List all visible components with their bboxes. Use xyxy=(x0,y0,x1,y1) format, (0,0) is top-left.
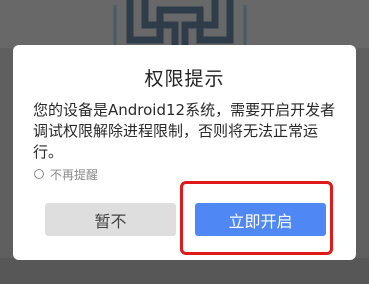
no-remind-option[interactable]: 不再提醒 xyxy=(34,165,98,183)
permission-dialog: 权限提示 您的设备是Android12系统，需要开启开发者调试权限解除进程限制，… xyxy=(13,45,356,260)
background-bottom xyxy=(0,258,369,284)
dialog-message: 您的设备是Android12系统，需要开启开发者调试权限解除进程限制，否则将无法… xyxy=(33,101,336,161)
not-now-button[interactable]: 暂不 xyxy=(45,203,176,236)
open-now-button[interactable]: 立即开启 xyxy=(195,203,326,236)
screen: 权限提示 您的设备是Android12系统，需要开启开发者调试权限解除进程限制，… xyxy=(0,0,369,284)
dialog-title: 权限提示 xyxy=(144,68,225,90)
radio-unchecked-icon[interactable] xyxy=(34,169,44,179)
no-remind-label: 不再提醒 xyxy=(50,167,99,182)
